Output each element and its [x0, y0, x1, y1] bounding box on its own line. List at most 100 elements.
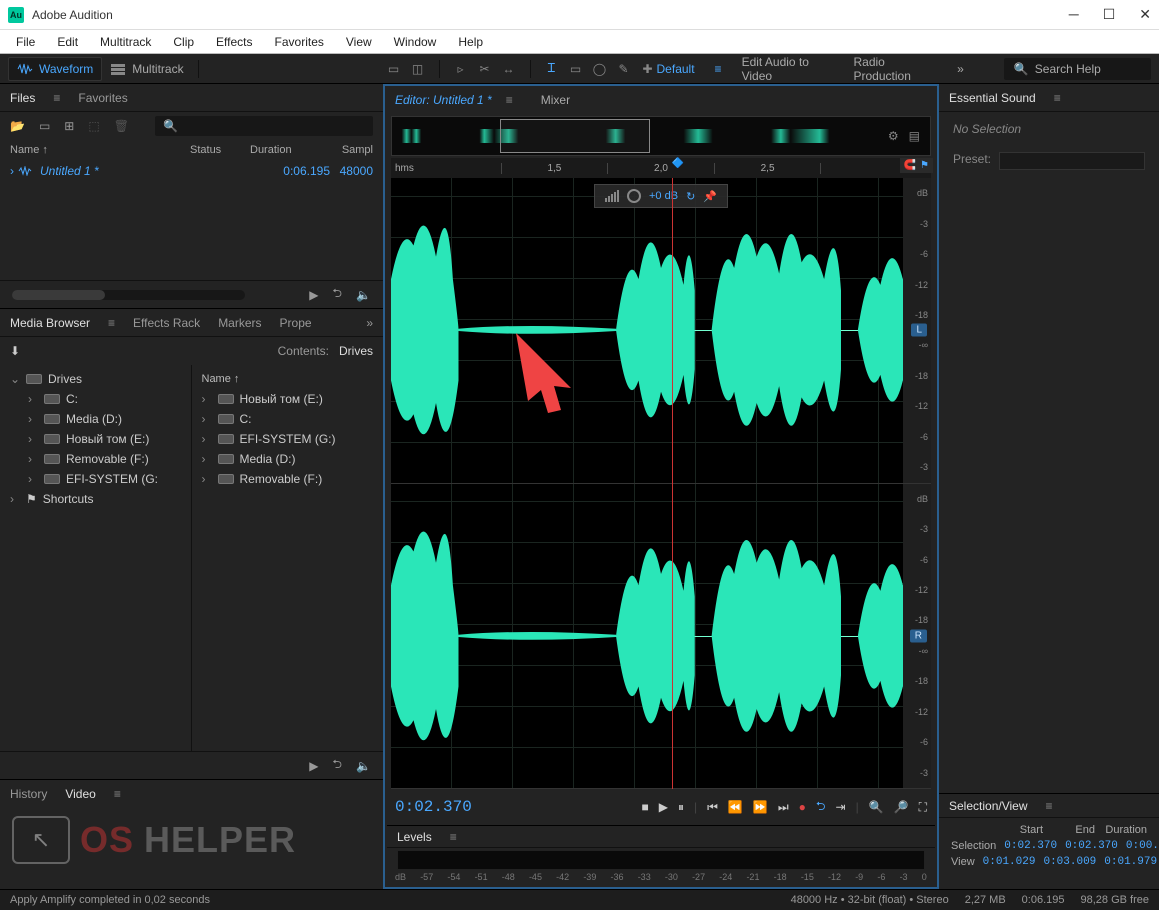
- next-button[interactable]: ⏭: [778, 800, 789, 815]
- selection-start[interactable]: 0:02.370: [1004, 840, 1057, 852]
- list-removable[interactable]: ›Removable (F:): [192, 469, 384, 489]
- slip-tool[interactable]: ↔: [500, 60, 518, 78]
- up-folder-icon[interactable]: ⬇: [10, 344, 20, 358]
- brush-tool[interactable]: ✎: [615, 60, 633, 78]
- new-file-icon[interactable]: ⊞: [64, 119, 74, 133]
- col-status[interactable]: Status: [190, 144, 250, 156]
- heal-tool[interactable]: ✚: [639, 60, 657, 78]
- list-novyj[interactable]: ›Новый том (E:): [192, 389, 384, 409]
- hud-button[interactable]: ▭: [385, 60, 403, 78]
- view-dur[interactable]: 0:01.979: [1104, 856, 1157, 868]
- files-hscroll[interactable]: [12, 290, 245, 300]
- delete-icon[interactable]: 🗑: [114, 119, 129, 133]
- channel-r-badge[interactable]: R: [910, 629, 927, 642]
- zoom-out-button[interactable]: 🔎: [894, 800, 909, 814]
- files-menu-icon[interactable]: ≡: [53, 91, 60, 105]
- insert-icon[interactable]: ⬚: [88, 119, 99, 133]
- snap-icon[interactable]: 🧲: [904, 160, 916, 171]
- menu-edit[interactable]: Edit: [47, 33, 88, 51]
- tree-c[interactable]: ›C:: [0, 389, 191, 409]
- col-sample[interactable]: Sampl: [320, 144, 373, 156]
- list-c[interactable]: ›C:: [192, 409, 384, 429]
- tree-removable-f[interactable]: ›Removable (F:): [0, 449, 191, 469]
- marker-visibility-icon[interactable]: ⚑: [920, 160, 929, 171]
- playhead[interactable]: [672, 178, 673, 789]
- autoplay-icon[interactable]: 🔈: [356, 288, 371, 302]
- gain-hud[interactable]: +0 dB ↻ 📌: [594, 184, 728, 208]
- tab-selection-view[interactable]: Selection/View: [949, 799, 1028, 813]
- workspace-default[interactable]: Default: [657, 62, 695, 76]
- contents-name-header[interactable]: Name ↑: [192, 369, 384, 389]
- preset-dropdown[interactable]: [999, 152, 1145, 170]
- list-efi[interactable]: ›EFI-SYSTEM (G:): [192, 429, 384, 449]
- tab-levels[interactable]: Levels: [397, 830, 432, 844]
- tab-favorites[interactable]: Favorites: [78, 91, 127, 105]
- overview-selection[interactable]: [500, 119, 651, 153]
- tabs-more-icon[interactable]: »: [366, 316, 373, 330]
- view-icon[interactable]: ▤: [909, 129, 920, 143]
- tree-media-d[interactable]: ›Media (D:): [0, 409, 191, 429]
- tab-markers[interactable]: Markers: [218, 316, 261, 330]
- pin-icon[interactable]: 📌: [703, 190, 717, 203]
- tree-novyj-e[interactable]: ›Новый том (E:): [0, 429, 191, 449]
- menu-help[interactable]: Help: [448, 33, 493, 51]
- tab-effects-rack[interactable]: Effects Rack: [133, 316, 200, 330]
- view-start[interactable]: 0:01.029: [983, 856, 1036, 868]
- play-button[interactable]: ▶: [659, 800, 668, 814]
- workspace-more[interactable]: »: [957, 62, 964, 76]
- record-file-icon[interactable]: ▭: [39, 119, 50, 133]
- zoom-full-button[interactable]: ⛶: [919, 800, 927, 815]
- tab-essential-sound[interactable]: Essential Sound: [949, 91, 1036, 105]
- close-button[interactable]: ✕: [1139, 6, 1151, 23]
- menu-window[interactable]: Window: [384, 33, 447, 51]
- overview-waveform[interactable]: ⚙ ▤: [391, 116, 931, 156]
- files-search[interactable]: 🔍: [155, 116, 373, 136]
- media-loop-icon[interactable]: ⮌: [332, 755, 342, 776]
- skip-selection-button[interactable]: ⇥: [836, 800, 846, 814]
- col-duration[interactable]: Duration: [250, 144, 320, 156]
- rewind-button[interactable]: ⏪: [728, 800, 743, 814]
- menu-clip[interactable]: Clip: [163, 33, 204, 51]
- col-name[interactable]: Name ↑: [10, 144, 190, 156]
- lasso-tool[interactable]: ◯: [591, 60, 609, 78]
- marquee-tool[interactable]: ▭: [567, 60, 585, 78]
- tab-video[interactable]: Video: [65, 787, 95, 801]
- open-file-icon[interactable]: 📂: [10, 119, 25, 133]
- loop-icon[interactable]: ⮌: [332, 284, 342, 305]
- selection-dur[interactable]: 0:00.000: [1126, 840, 1159, 852]
- stop-button[interactable]: ■: [641, 800, 648, 814]
- selview-menu-icon[interactable]: ≡: [1046, 799, 1053, 813]
- workspace-menu-icon[interactable]: ≡: [715, 62, 722, 76]
- tab-mixer[interactable]: Mixer: [541, 93, 570, 107]
- media-speaker-icon[interactable]: 🔈: [356, 759, 371, 773]
- tree-drives[interactable]: ⌄Drives: [0, 369, 191, 389]
- zoom-in-button[interactable]: 🔍: [869, 800, 884, 814]
- tab-media-browser[interactable]: Media Browser: [10, 316, 90, 330]
- menu-favorites[interactable]: Favorites: [265, 33, 334, 51]
- forward-button[interactable]: ⏩: [753, 800, 768, 814]
- pause-button[interactable]: ⏸: [678, 800, 684, 815]
- waveform-view-button[interactable]: Waveform: [8, 57, 102, 81]
- razor-tool[interactable]: ✂: [476, 60, 494, 78]
- loop-button[interactable]: ⮌: [816, 797, 826, 818]
- tree-efi-g[interactable]: ›EFI-SYSTEM (G:: [0, 469, 191, 489]
- workspace-radio[interactable]: Radio Production: [854, 55, 938, 83]
- tree-shortcuts[interactable]: ›⚑Shortcuts: [0, 489, 191, 509]
- minimize-button[interactable]: ─: [1069, 6, 1079, 23]
- record-button[interactable]: ●: [799, 800, 806, 814]
- channel-l-badge[interactable]: L: [911, 324, 927, 337]
- selection-end[interactable]: 0:02.370: [1065, 840, 1118, 852]
- video-menu-icon[interactable]: ≡: [114, 787, 121, 801]
- list-media[interactable]: ›Media (D:): [192, 449, 384, 469]
- playhead-marker-icon[interactable]: 🔷: [672, 158, 684, 169]
- waveform-display[interactable]: +0 dB ↻ 📌 dB-3-6-12-18-∞-18-12-6-3 L: [391, 178, 931, 789]
- menu-file[interactable]: File: [6, 33, 45, 51]
- tab-properties[interactable]: Prope: [280, 316, 312, 330]
- prev-button[interactable]: ⏮: [707, 800, 718, 815]
- time-selection-tool[interactable]: Ꮖ: [543, 60, 561, 78]
- reset-icon[interactable]: ↻: [686, 190, 695, 203]
- maximize-button[interactable]: ☐: [1103, 6, 1116, 23]
- play-icon[interactable]: ▶: [309, 288, 318, 302]
- media-play-icon[interactable]: ▶: [309, 759, 318, 773]
- workspace-edit-audio[interactable]: Edit Audio to Video: [742, 55, 834, 83]
